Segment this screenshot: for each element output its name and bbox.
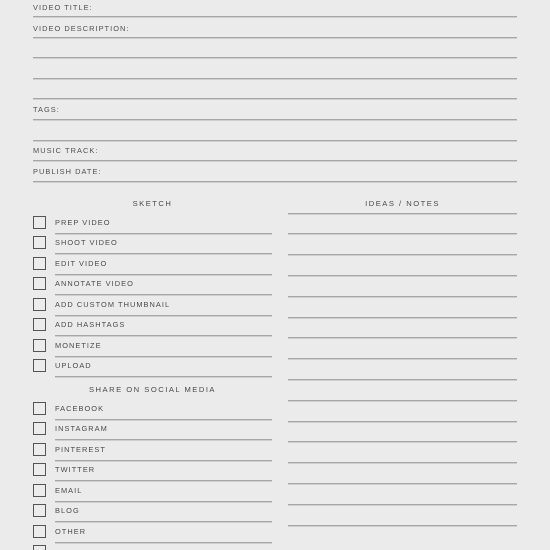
notes-rule-line[interactable] bbox=[288, 358, 517, 360]
checkbox-icon[interactable] bbox=[33, 256, 46, 270]
notes-rule-line[interactable] bbox=[288, 503, 517, 505]
sketch-item-label: ADD HASHTAGS bbox=[55, 320, 126, 329]
tags-input[interactable] bbox=[33, 100, 517, 118]
sketch-item-label: EDIT VIDEO bbox=[55, 258, 108, 268]
sketch-item-label: SHOOT VIDEO bbox=[55, 238, 118, 247]
sketch-item-label: ANNOTATE VIDEO bbox=[55, 279, 134, 288]
sketch-item-row: ADD HASHTAGS bbox=[33, 316, 272, 336]
social-item-row: EMAIL bbox=[33, 481, 272, 502]
notes-section-heading: IDEAS / NOTES bbox=[365, 199, 440, 208]
checkbox-icon[interactable] bbox=[33, 236, 46, 249]
social-item-row bbox=[33, 543, 272, 550]
sketch-item-row: EDIT VIDEO bbox=[33, 254, 272, 275]
checkbox-icon[interactable] bbox=[33, 545, 46, 550]
social-item-row: OTHER bbox=[33, 522, 272, 543]
social-item-label: OTHER bbox=[55, 526, 87, 536]
notes-rule-line[interactable] bbox=[288, 316, 517, 318]
social-item-row: INSTAGRAM bbox=[33, 420, 272, 440]
social-item-label: FACEBOOK bbox=[55, 403, 105, 413]
notes-rule-line[interactable] bbox=[288, 399, 517, 401]
social-item-row: PINTEREST bbox=[33, 440, 272, 461]
social-item-row: FACEBOOK bbox=[33, 399, 272, 420]
checkbox-icon[interactable] bbox=[33, 277, 46, 290]
social-item-label: TWITTER bbox=[55, 465, 96, 474]
notes-rule-line[interactable] bbox=[288, 337, 517, 339]
publish-date-input[interactable] bbox=[33, 162, 517, 180]
notes-rule-line[interactable] bbox=[288, 254, 517, 256]
field-label-video-description: VIDEO DESCRIPTION: bbox=[33, 24, 130, 33]
checkbox-icon[interactable] bbox=[33, 504, 46, 517]
notes-rule-line[interactable] bbox=[288, 212, 517, 214]
checkbox-icon[interactable] bbox=[33, 215, 46, 229]
checkbox-icon[interactable] bbox=[33, 483, 46, 497]
sketch-item-label: UPLOAD bbox=[55, 361, 92, 370]
notes-rule-line[interactable] bbox=[288, 524, 517, 526]
checkbox-icon[interactable] bbox=[33, 338, 46, 352]
notes-rule-line[interactable] bbox=[288, 233, 517, 235]
form-rule-line bbox=[33, 98, 517, 99]
sketch-item-row: UPLOAD bbox=[33, 357, 272, 377]
social-item-label: PINTEREST bbox=[55, 444, 106, 454]
sketch-item-row: ANNOTATE VIDEO bbox=[33, 275, 272, 295]
sketch-item-row: ADD CUSTOM THUMBNAIL bbox=[33, 295, 272, 316]
social-item-label: BLOG bbox=[55, 506, 80, 515]
checkbox-icon[interactable] bbox=[33, 463, 46, 476]
notes-rule-line[interactable] bbox=[288, 482, 517, 484]
form-rule-line bbox=[33, 119, 517, 120]
sketch-item-row: SHOOT VIDEO bbox=[33, 234, 272, 254]
sketch-item-label: MONETIZE bbox=[55, 340, 102, 350]
notes-rule-line[interactable] bbox=[288, 441, 517, 443]
form-rule-line bbox=[33, 16, 517, 17]
video-description-input[interactable] bbox=[33, 39, 517, 97]
checkbox-icon[interactable] bbox=[33, 442, 46, 456]
sketch-section-heading: SKETCH bbox=[132, 199, 173, 208]
sketch-item-rule-line bbox=[55, 376, 272, 377]
sketch-item-label: PREP VIDEO bbox=[55, 217, 111, 227]
checkbox-icon[interactable] bbox=[33, 318, 46, 331]
sketch-item-row: PREP VIDEO bbox=[33, 213, 272, 234]
social-item-label: EMAIL bbox=[55, 485, 83, 495]
notes-rule-line[interactable] bbox=[288, 378, 517, 380]
notes-rule-line[interactable] bbox=[288, 295, 517, 297]
checkbox-icon[interactable] bbox=[33, 524, 46, 538]
notes-rule-line[interactable] bbox=[288, 274, 517, 276]
worksheet-page: VIDEO TITLE: VIDEO DESCRIPTION: TAGS: MU… bbox=[0, 0, 550, 550]
social-item-label: INSTAGRAM bbox=[55, 424, 108, 433]
checkbox-icon[interactable] bbox=[33, 422, 46, 435]
social-item-row: BLOG bbox=[33, 502, 272, 522]
social-section-heading: SHARE ON SOCIAL MEDIA bbox=[88, 385, 216, 394]
social-item-row: TWITTER bbox=[33, 461, 272, 481]
form-rule-line bbox=[33, 181, 517, 182]
video-title-input[interactable] bbox=[33, 6, 517, 16]
checkbox-icon[interactable] bbox=[33, 401, 46, 415]
sketch-item-row: MONETIZE bbox=[33, 336, 272, 357]
form-rule-line bbox=[33, 160, 517, 161]
sketch-item-label: ADD CUSTOM THUMBNAIL bbox=[55, 299, 171, 309]
checkbox-icon[interactable] bbox=[33, 359, 46, 372]
notes-rule-line[interactable] bbox=[288, 462, 517, 464]
checkbox-icon[interactable] bbox=[33, 297, 46, 311]
music-track-input[interactable] bbox=[33, 141, 517, 159]
form-rule-line bbox=[33, 37, 517, 38]
notes-rule-line[interactable] bbox=[288, 420, 517, 422]
